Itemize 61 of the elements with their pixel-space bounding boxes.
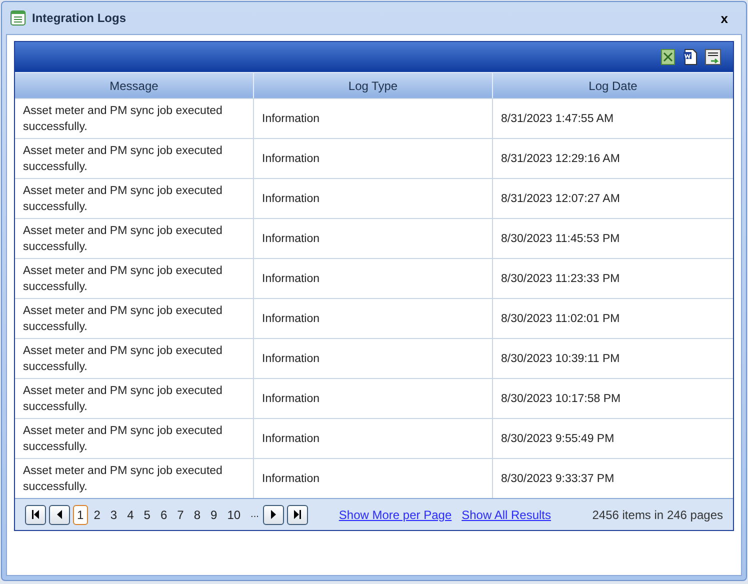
more-pages-ellipsis[interactable]: ...: [250, 507, 259, 522]
next-page-arrow-icon: [268, 510, 278, 519]
table-cell-text: Information: [262, 312, 320, 326]
previous-page-button[interactable]: [49, 504, 70, 524]
page-link[interactable]: 10: [223, 504, 245, 524]
table-cell-text: Information: [262, 192, 320, 206]
page-link[interactable]: 5: [140, 504, 154, 524]
page-link[interactable]: 3: [106, 504, 122, 524]
csv-export-icon[interactable]: [705, 49, 721, 65]
table-cell-text: Information: [262, 272, 320, 286]
column-header[interactable]: Log Type: [254, 72, 493, 98]
column-header[interactable]: Log Date: [493, 72, 733, 98]
page-link[interactable]: 1: [73, 504, 88, 524]
table-cell-text: Asset meter and PM sync job executed successfully.: [23, 344, 224, 374]
pager-link[interactable]: Show More per Page: [338, 506, 452, 524]
window-title: Integration Logs: [32, 10, 127, 27]
table-cell-text: Asset meter and PM sync job executed successfully.: [23, 184, 224, 214]
table-cell-text: Information: [262, 152, 320, 166]
page-link[interactable]: 2: [90, 504, 104, 524]
table-cell-text: Information: [262, 472, 320, 486]
table-cell-text: Information: [262, 232, 320, 246]
table-cell-text: Asset meter and PM sync job executed successfully.: [23, 384, 224, 414]
table-cell-text: Asset meter and PM sync job executed successfully.: [23, 424, 224, 454]
table-cell-text: Asset meter and PM sync job executed successfully.: [23, 224, 224, 254]
table-cell-text: 8/30/2023 10:17:58 PM: [501, 392, 621, 406]
next-page-button[interactable]: [262, 504, 284, 524]
previous-page-arrow-icon: [55, 510, 64, 519]
table-cell-text: Asset meter and PM sync job executed successfully.: [23, 264, 224, 294]
table-cell-text: 8/30/2023 11:45:53 PM: [501, 232, 620, 246]
column-header[interactable]: Message: [15, 72, 254, 98]
page-link[interactable]: 9: [206, 504, 222, 524]
page-link[interactable]: 7: [173, 504, 188, 524]
table-cell-text: 8/30/2023 11:23:33 PM: [501, 272, 620, 286]
first-page-button[interactable]: [25, 504, 46, 524]
table-cell-text: Asset meter and PM sync job executed successfully.: [23, 144, 224, 174]
table-cell-text: 8/30/2023 9:55:49 PM: [501, 432, 614, 446]
table-cell-text: Asset meter and PM sync job executed successfully.: [23, 104, 224, 134]
first-page-arrow-icon: [31, 510, 40, 519]
pager-link[interactable]: Show All Results: [462, 506, 551, 524]
page-link[interactable]: 8: [190, 504, 204, 524]
table-cell-text: Information: [262, 432, 320, 446]
table-cell-text: Information: [262, 392, 320, 406]
table-cell-text: 8/31/2023 1:47:55 AM: [501, 112, 614, 126]
close-button[interactable]: x: [720, 12, 728, 24]
table-cell-text: 8/30/2023 9:33:37 PM: [501, 472, 614, 486]
table-cell-text: 8/30/2023 11:02:01 PM: [501, 312, 620, 326]
table-cell-text: Information: [262, 352, 320, 366]
last-page-button[interactable]: [286, 504, 308, 524]
list-icon: [10, 10, 26, 26]
table-cell-text: 8/31/2023 12:29:16 AM: [501, 152, 620, 166]
page-link[interactable]: 6: [156, 504, 172, 524]
document-icon[interactable]: [683, 49, 697, 65]
table-cell-text: 8/30/2023 10:39:11 PM: [501, 352, 620, 366]
table-cell-text: Asset meter and PM sync job executed successfully.: [23, 464, 224, 494]
page-summary: 2456 items in 246 pages: [592, 506, 723, 524]
last-page-arrow-icon: [292, 510, 302, 519]
table-cell-text: Asset meter and PM sync job executed successfully.: [23, 304, 224, 334]
table-cell-text: Information: [262, 112, 320, 126]
page-link[interactable]: 4: [123, 504, 138, 524]
table-cell-text: 8/31/2023 12:07:27 AM: [501, 192, 620, 206]
spreadsheet-icon[interactable]: [661, 49, 675, 65]
